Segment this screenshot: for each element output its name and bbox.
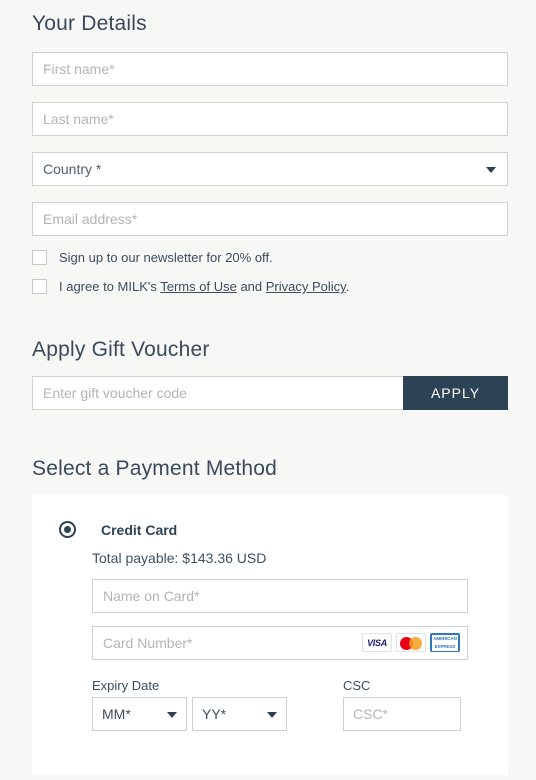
country-select-value: Country * bbox=[43, 161, 102, 177]
terms-label: I agree to MILK's Terms of Use and Priva… bbox=[59, 279, 349, 294]
amex-top-text: AMERICAN bbox=[432, 634, 458, 643]
gift-voucher-input[interactable] bbox=[32, 376, 403, 410]
email-input[interactable] bbox=[32, 202, 508, 236]
terms-label-middle: and bbox=[236, 279, 266, 294]
card-number-wrapper: VISA AMERICAN EXPRESS bbox=[92, 626, 468, 660]
terms-label-suffix: . bbox=[345, 279, 350, 294]
csc-group: CSC bbox=[343, 678, 461, 731]
chevron-down-icon bbox=[167, 712, 177, 718]
gift-voucher-row: APPLY bbox=[32, 376, 508, 410]
chevron-down-icon bbox=[267, 712, 277, 718]
last-name-input[interactable] bbox=[32, 102, 508, 136]
newsletter-checkbox[interactable] bbox=[32, 250, 47, 265]
name-on-card-input[interactable] bbox=[92, 579, 468, 613]
payment-method-panel: Credit Card Total payable: $143.36 USD V… bbox=[32, 495, 508, 775]
card-brand-logos: VISA AMERICAN EXPRESS bbox=[362, 633, 460, 652]
country-select[interactable]: Country * bbox=[32, 152, 508, 186]
credit-card-option-row[interactable]: Credit Card bbox=[32, 495, 508, 538]
apply-voucher-button[interactable]: APPLY bbox=[403, 376, 508, 410]
terms-checkbox-row[interactable]: I agree to MILK's Terms of Use and Priva… bbox=[32, 279, 508, 294]
expiry-date-group: Expiry Date MM* YY* bbox=[92, 678, 287, 731]
visa-icon: VISA bbox=[362, 633, 392, 652]
mastercard-icon bbox=[396, 633, 426, 652]
csc-input[interactable] bbox=[343, 697, 461, 731]
first-name-input[interactable] bbox=[32, 52, 508, 86]
privacy-policy-link[interactable]: Privacy Policy bbox=[266, 279, 346, 294]
csc-label: CSC bbox=[343, 678, 371, 693]
terms-of-use-link[interactable]: Terms of Use bbox=[160, 279, 237, 294]
newsletter-checkbox-row[interactable]: Sign up to our newsletter for 20% off. bbox=[32, 250, 508, 265]
expiry-year-value: YY* bbox=[202, 706, 227, 722]
expiry-year-select[interactable]: YY* bbox=[192, 697, 287, 731]
gift-voucher-heading: Apply Gift Voucher bbox=[32, 338, 210, 361]
expiry-month-select[interactable]: MM* bbox=[92, 697, 187, 731]
expiry-csc-row: Expiry Date MM* YY* CSC bbox=[92, 678, 468, 731]
amex-icon: AMERICAN EXPRESS bbox=[430, 633, 460, 652]
newsletter-label: Sign up to our newsletter for 20% off. bbox=[59, 250, 273, 265]
your-details-section: Your Details Country * Sign up to our ne… bbox=[32, 12, 508, 294]
mastercard-yellow-circle bbox=[409, 637, 422, 650]
terms-label-prefix: I agree to MILK's bbox=[59, 279, 161, 294]
your-details-heading: Your Details bbox=[32, 12, 147, 35]
amex-bottom-text: EXPRESS bbox=[432, 642, 458, 651]
expiry-month-value: MM* bbox=[102, 706, 131, 722]
terms-checkbox[interactable] bbox=[32, 279, 47, 294]
total-payable-text: Total payable: $143.36 USD bbox=[92, 550, 267, 566]
credit-card-radio[interactable] bbox=[59, 521, 76, 538]
expiry-selects: MM* YY* bbox=[92, 697, 287, 731]
credit-card-label: Credit Card bbox=[101, 521, 178, 538]
expiry-date-label: Expiry Date bbox=[92, 678, 160, 693]
gift-voucher-section: Apply Gift Voucher APPLY bbox=[32, 338, 508, 410]
chevron-down-icon bbox=[486, 167, 496, 173]
checkout-page: Your Details Country * Sign up to our ne… bbox=[0, 0, 536, 780]
payment-method-heading: Select a Payment Method bbox=[32, 457, 278, 480]
